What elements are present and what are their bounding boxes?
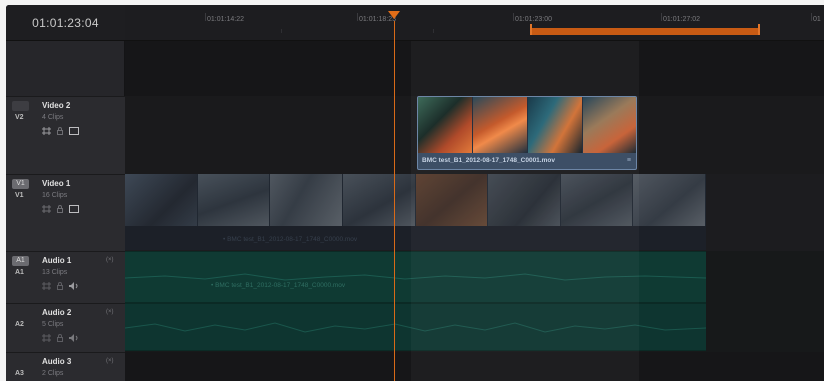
track-clip-count: 4 Clips <box>42 114 64 121</box>
speaker-icon[interactable] <box>69 334 79 342</box>
track-display-icon[interactable] <box>69 205 79 213</box>
thumbnail <box>125 174 198 230</box>
track-display-icon[interactable] <box>69 127 79 135</box>
track-header-audio-2[interactable]: A2 Audio 2 (×) 5 Clips <box>6 303 125 352</box>
track-headers: 01:01:23:04 V2 Video 2 4 Clips V1 V1 Vid… <box>6 5 125 381</box>
lock-icon[interactable] <box>57 205 63 213</box>
audio-channel-badge: (×) <box>106 257 114 263</box>
track-name: Video 2 <box>42 101 71 110</box>
ruler-tick <box>205 13 206 21</box>
thumbnail <box>270 174 343 230</box>
ruler-tick <box>281 29 282 33</box>
audio-channel-badge: (×) <box>106 309 114 315</box>
clip-name: • BMC test_B1_2012-08-17_1748_C0000.mov <box>223 236 358 243</box>
ruler-tick <box>433 29 434 33</box>
ruler-timecode: 01:01:14:22 <box>207 16 244 23</box>
audio-channel-badge: (×) <box>106 358 114 364</box>
thumbnail <box>528 97 583 153</box>
track-controls <box>42 282 79 290</box>
track-tag-a1[interactable]: A1 <box>12 256 29 266</box>
track-header-video-2[interactable]: V2 Video 2 4 Clips <box>6 96 125 174</box>
video-clip-v2[interactable]: BMC test_B1_2012-08-17_1748_C0001.mov ≡ <box>417 96 637 170</box>
thumbnail <box>473 97 528 153</box>
track-header-video-1[interactable]: V1 V1 Video 1 16 Clips <box>6 174 125 251</box>
current-timecode: 01:01:23:04 <box>32 15 99 30</box>
clip-menu-icon[interactable]: ≡ <box>627 157 631 164</box>
track-name: Audio 3 <box>42 357 72 366</box>
track-clip-count: 13 Clips <box>42 269 68 276</box>
track-name: Video 1 <box>42 179 71 188</box>
track-clip-count: 5 Clips <box>42 321 64 328</box>
ruler-timecode: 01:01:27:02 <box>663 16 700 23</box>
track-header-audio-1[interactable]: A1 A1 Audio 1 (×) 13 Clips <box>6 251 125 303</box>
thumbnail <box>633 174 706 230</box>
thumbnail <box>583 97 636 153</box>
track-id: V1 <box>15 192 24 199</box>
track-name: Audio 2 <box>42 308 72 317</box>
ruler-timecode: 01:01:23:00 <box>515 16 552 23</box>
ruler-tick <box>811 13 812 21</box>
lock-icon[interactable] <box>57 334 63 342</box>
track-controls <box>42 334 79 342</box>
track-controls <box>42 205 79 213</box>
track-header-audio-3[interactable]: A3 Audio 3 (×) 2 Clips <box>6 352 125 381</box>
track-name: Audio 1 <box>42 256 72 265</box>
track-clip-count: 2 Clips <box>42 370 64 377</box>
track-id: A2 <box>15 321 24 328</box>
in-out-range[interactable] <box>530 24 760 35</box>
timeline-tracks[interactable]: • BMC test_B1_2012-08-17_1748_C0000.mov … <box>125 41 824 381</box>
playhead-line[interactable] <box>394 21 395 381</box>
thumbnail <box>418 97 473 153</box>
timecode-display[interactable]: 01:01:23:04 <box>6 5 125 41</box>
clip-thumbnails <box>418 97 636 153</box>
clip-name: BMC test_B1_2012-08-17_1748_C0001.mov <box>422 157 555 164</box>
ruler-tick <box>661 13 662 21</box>
track-id: V2 <box>15 114 24 121</box>
speaker-icon[interactable] <box>69 282 79 290</box>
ruler-timecode: 01 <box>813 16 821 23</box>
track-id: A3 <box>15 370 24 377</box>
auto-select-icon[interactable] <box>42 334 51 342</box>
track-controls <box>42 127 79 135</box>
lock-icon[interactable] <box>57 127 63 135</box>
thumbnail <box>342 174 416 230</box>
in-out-highlight <box>411 41 639 381</box>
auto-select-icon[interactable] <box>42 205 51 213</box>
track-id: A1 <box>15 269 24 276</box>
playhead-handle[interactable] <box>388 11 400 19</box>
lock-icon[interactable] <box>57 282 63 290</box>
track-clip-count: 16 Clips <box>42 192 68 199</box>
timeline-ruler[interactable]: 01:01:14:22 01:01:18:23 01:01:23:00 01:0… <box>125 5 824 41</box>
auto-select-icon[interactable] <box>42 282 51 290</box>
ruler-tick <box>357 13 358 21</box>
ruler-tick <box>513 13 514 21</box>
clip-name: • BMC test_B1_2012-08-17_1748_C0000.mov <box>211 282 346 289</box>
track-tag-v1[interactable]: V1 <box>12 179 29 189</box>
timeline-window: 01:01:14:22 01:01:18:23 01:01:23:00 01:0… <box>6 5 824 381</box>
thumbnail <box>197 174 271 230</box>
track-tag-v2[interactable] <box>12 101 29 111</box>
auto-select-icon[interactable] <box>42 127 51 135</box>
